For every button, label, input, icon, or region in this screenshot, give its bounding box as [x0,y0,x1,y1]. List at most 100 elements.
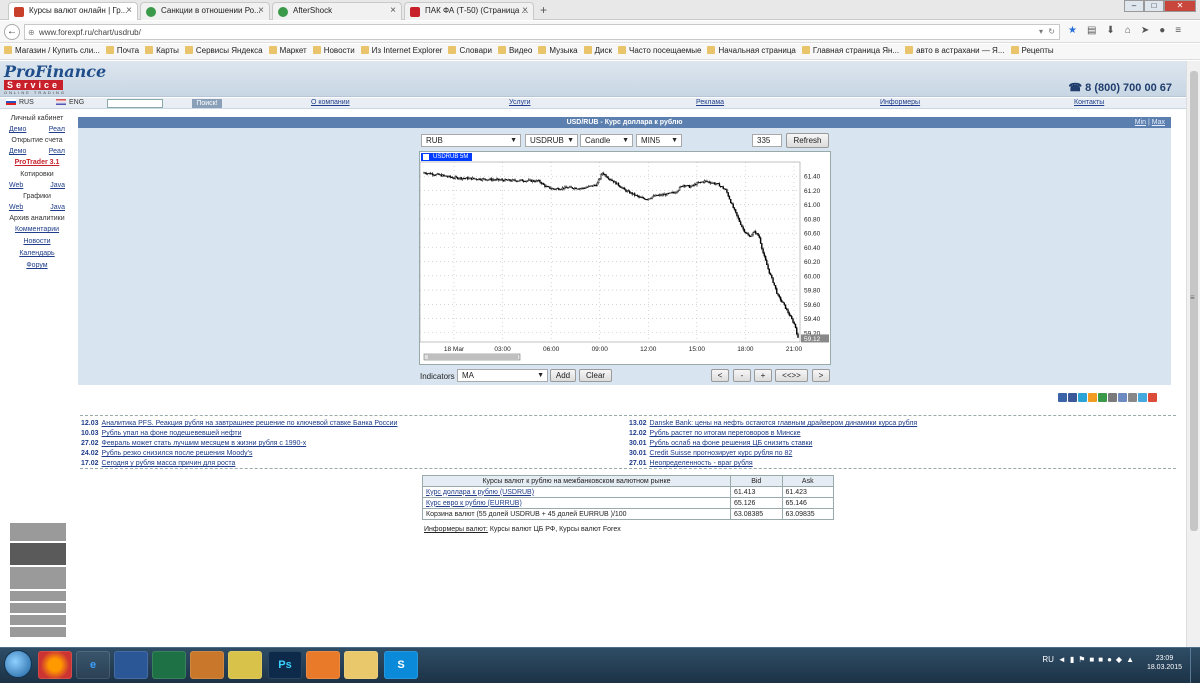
news-link[interactable]: Рубль растет по итогам переговоров в Мин… [650,430,801,437]
firefox-icon[interactable] [38,651,72,679]
bookmark-item[interactable]: Рецепты [1010,46,1054,55]
tray-app-icon[interactable]: ● [1107,655,1112,664]
social-share-icon[interactable] [1128,393,1137,402]
clock[interactable]: 23:09 18.03.2015 [1147,654,1182,672]
send-icon[interactable]: ➤ [1141,25,1149,36]
site-search-input[interactable] [107,99,163,108]
liveinternet-badge[interactable] [10,567,66,589]
minimize-button[interactable]: – [1124,0,1144,12]
flag-icon[interactable]: ⚑ [1078,655,1085,664]
news-link[interactable]: Сегодня у рубля масса причин для роста [102,460,236,467]
min-link[interactable]: Min [1135,119,1146,126]
bookmark-item[interactable]: Магазин / Купить сли... [4,46,100,55]
counter-badge-4[interactable] [10,627,66,637]
menu-icon[interactable]: ≡ [1175,25,1181,36]
photoshop-icon[interactable]: Ps [268,651,302,679]
zoom-in-button[interactable]: + [754,369,772,382]
bookmark-item[interactable]: Диск [583,46,612,55]
new-tab-button[interactable]: + [540,3,547,17]
counter-badge-1[interactable] [10,591,66,601]
social-share-icon[interactable] [1148,393,1157,402]
chart-type-select[interactable]: Candle ▼ [580,134,633,147]
refresh-button[interactable]: Refresh [786,133,829,148]
star-icon[interactable]: ★ [1068,25,1077,36]
fit-all-button[interactable]: <<>> [775,369,808,382]
speaker-icon[interactable]: ◄ [1058,655,1066,664]
show-desktop-button[interactable] [1190,648,1200,683]
url-dropdown-icon[interactable]: ▾ [1039,27,1043,36]
tray-app-icon[interactable]: ■ [1098,655,1103,664]
nav-contacts[interactable]: Контакты [1074,99,1104,106]
site-search-button[interactable]: Поиск! [192,99,222,108]
usdrub-link[interactable]: Курс доллара к рублю (USDRUB) [426,489,534,496]
news-link[interactable]: Аналитика PFS. Реакция рубля на завтрашн… [102,420,398,427]
bookmark-item[interactable]: Словари [448,46,492,55]
max-link[interactable]: Max [1152,119,1165,126]
social-share-icon[interactable] [1078,393,1087,402]
sidebar-link-protrader[interactable]: ProTrader 3.1 [15,159,60,166]
bookmark-item[interactable]: Часто посещаемые [618,46,701,55]
tray-app-icon[interactable]: ■ [1089,655,1094,664]
sidebar-link-demo-account[interactable]: Демо [9,146,26,157]
bookmark-item[interactable]: Главная страница Ян... [801,46,899,55]
bookmark-item[interactable]: Сервисы Яндекса [184,46,263,55]
nav-advertising[interactable]: Реклама [696,99,724,106]
start-button[interactable] [4,650,32,678]
sidebar-link-demo[interactable]: Демо [9,124,26,135]
sidebar-link-charts-web[interactable]: Web [9,202,23,213]
zoom-out-button[interactable]: - [733,369,751,382]
bookmark-item[interactable]: Маркет [268,46,307,55]
lang-ru[interactable]: RUS [6,99,34,106]
download-icon[interactable]: ⬇ [1106,25,1114,36]
news-link[interactable]: Рубль резко снизился после решения Moody… [102,450,253,457]
sidebar-link-charts-java[interactable]: Java [50,202,65,213]
nav-about[interactable]: О компании [311,99,350,106]
explorer-icon[interactable] [344,651,378,679]
bookmarks-icon[interactable]: ▤ [1087,25,1096,36]
social-share-icon[interactable] [1118,393,1127,402]
nav-informers[interactable]: Информеры [880,99,920,106]
site-logo[interactable]: ProFinance Service ONLINE TRADING [4,64,106,95]
bookmark-item[interactable]: Карты [145,46,179,55]
counter-badge-3[interactable] [10,615,66,625]
back-arrow-icon[interactable]: ← [4,24,20,40]
news-link[interactable]: Danske Bank: цены на нефть остаются глав… [650,420,918,427]
news-link[interactable]: Рубль упал на фоне подешевевшей нефти [102,430,242,437]
bookmark-item[interactable]: Почта [105,46,139,55]
scroll-right-button[interactable]: > [812,369,830,382]
bookmark-item[interactable]: Начальная страница [707,46,796,55]
sidebar-link-calendar[interactable]: Календарь [19,250,54,257]
page-scrollbar[interactable]: ≡ [1186,61,1200,647]
social-share-icon[interactable] [1138,393,1147,402]
close-icon[interactable]: × [522,5,528,16]
excel-icon[interactable] [152,651,186,679]
news-link[interactable]: Credit Suisse прогнозирует курс рубля по… [650,450,793,457]
social-share-icon[interactable] [1108,393,1117,402]
tray-app-icon[interactable]: ◆ [1116,655,1122,664]
nav-services[interactable]: Услуги [509,99,531,106]
close-icon[interactable]: × [258,5,264,16]
bookmark-item[interactable]: Музыка [538,46,578,55]
social-share-icon[interactable] [1058,393,1067,402]
sidebar-link-real[interactable]: Реал [49,124,65,135]
bookmark-item[interactable]: Видео [497,46,532,55]
add-indicator-button[interactable]: Add [550,369,576,382]
news-link[interactable]: Рубль ослаб на фоне решения ЦБ снизить с… [650,440,813,447]
news-link[interactable]: Февраль может стать лучшим месяцем в жиз… [102,440,307,447]
media-player-icon[interactable] [190,651,224,679]
window-close-button[interactable]: ✕ [1164,0,1196,12]
sidebar-link-forum[interactable]: Форум [26,262,47,269]
price-chart[interactable]: 61.40 61.20 61.00 60.80 60.60 60.40 60.20 60.00… [419,151,831,365]
sidebar-link-quotes-web[interactable]: Web [9,180,23,191]
tab-sanctions[interactable]: Санкции в отношении Ро... × [140,2,270,20]
rambler-badge[interactable] [10,523,66,541]
sidebar-link-quotes-java[interactable]: Java [50,180,65,191]
period-select[interactable]: MIN5 ▼ [636,134,682,147]
instrument-select[interactable]: USDRUB ▼ [525,134,578,147]
app-icon[interactable] [306,651,340,679]
clear-indicators-button[interactable]: Clear [579,369,612,382]
close-icon[interactable]: × [126,5,132,16]
scroll-left-button[interactable]: < [711,369,729,382]
ie-icon[interactable]: e [76,651,110,679]
skype-icon[interactable]: S [384,651,418,679]
